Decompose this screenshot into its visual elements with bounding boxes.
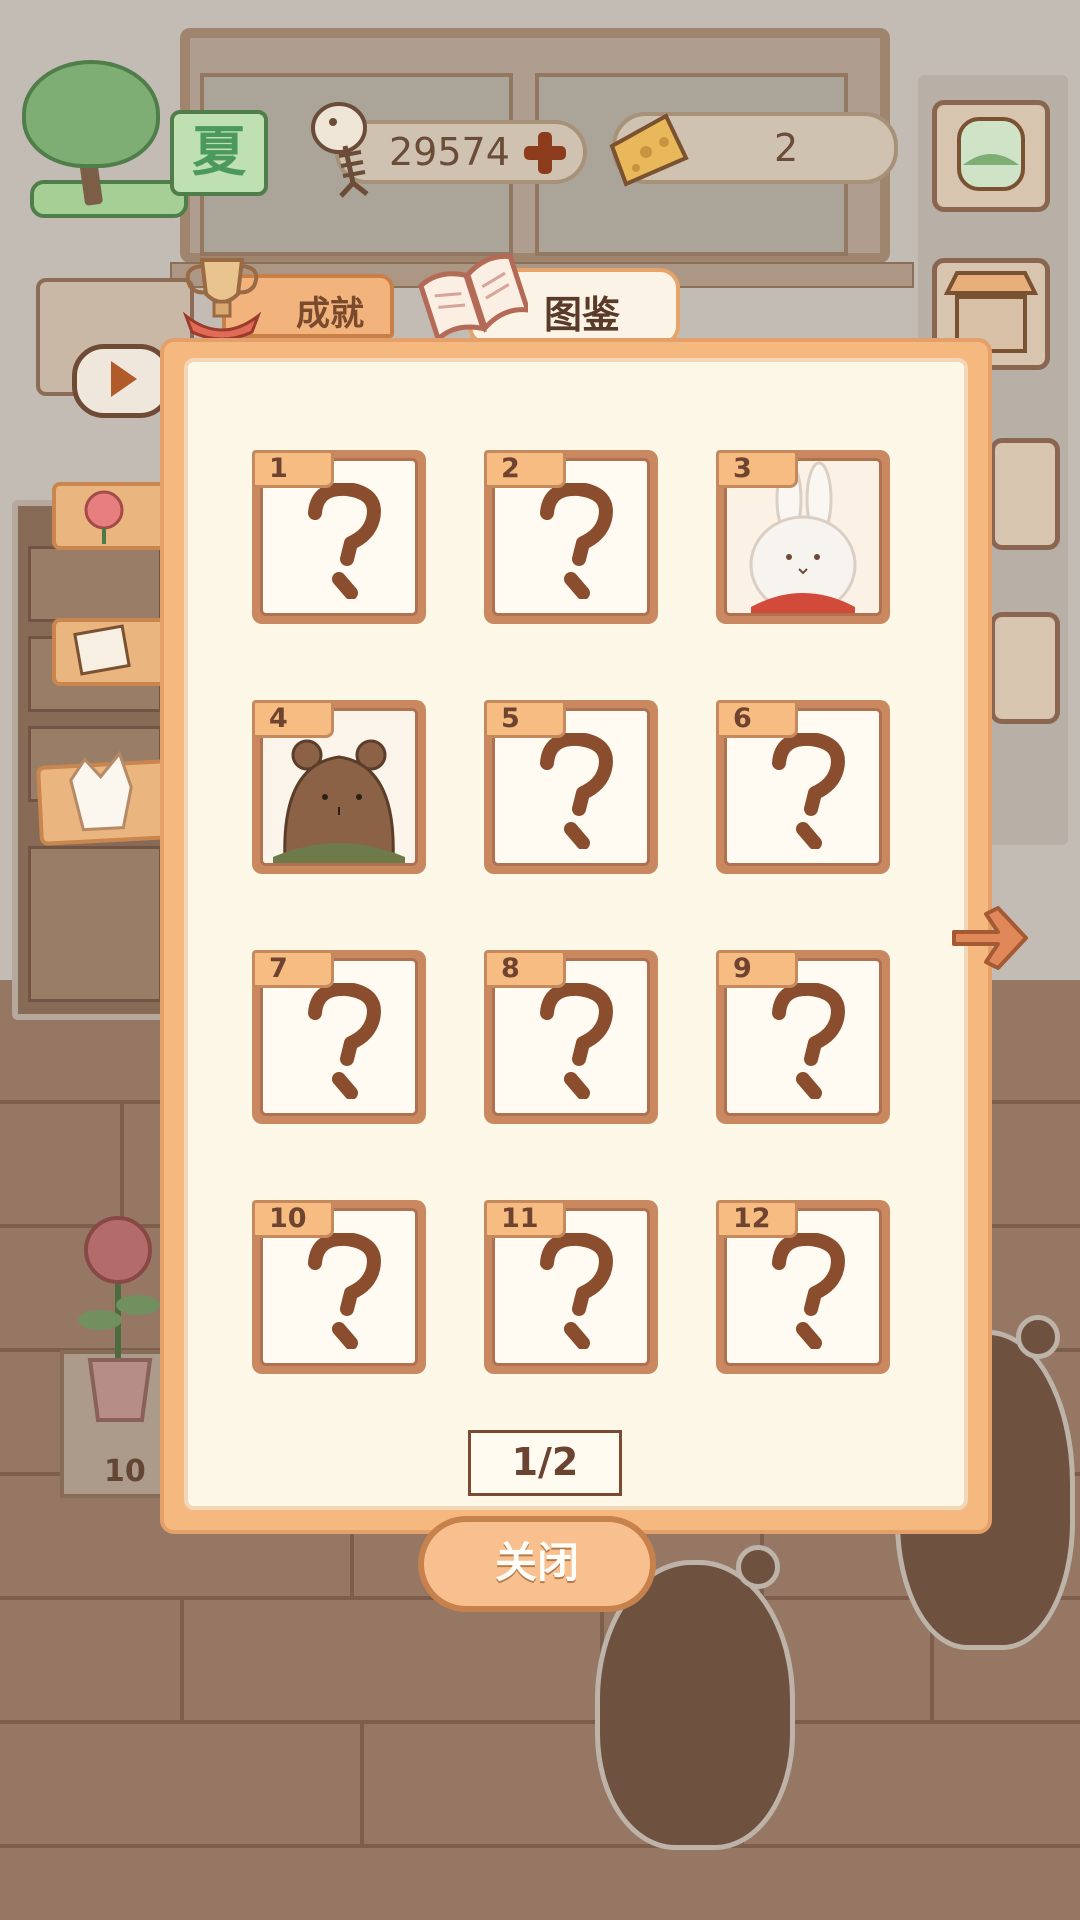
collection-card-5[interactable]: 5 (484, 700, 658, 874)
question-mark-icon (540, 983, 613, 1099)
cheese-icon (609, 113, 689, 187)
trophy-icon (182, 258, 262, 340)
question-mark-icon (540, 733, 613, 849)
tree-icon (22, 60, 160, 168)
fish-bone-icon (311, 102, 369, 198)
collection-card-number: 9 (716, 950, 798, 988)
basket-button[interactable] (990, 438, 1060, 550)
collection-card-number: 2 (484, 450, 566, 488)
question-mark-icon (772, 1233, 845, 1349)
question-mark-icon (540, 483, 613, 599)
question-mark-icon (308, 1233, 381, 1349)
play-button[interactable] (72, 344, 172, 418)
cheese-count: 2 (774, 126, 799, 170)
rose-icon (84, 490, 124, 544)
collection-card-number: 5 (484, 700, 566, 738)
collection-card-number: 12 (716, 1200, 798, 1238)
question-mark-icon (772, 983, 845, 1099)
collection-card-8[interactable]: 8 (484, 950, 658, 1124)
window-icon (957, 117, 1025, 191)
collection-card-3[interactable]: 3 (716, 450, 890, 624)
collection-card-number: 11 (484, 1200, 566, 1238)
fish-count: 29574 (389, 130, 510, 174)
book-icon (418, 253, 528, 342)
decoration-button[interactable] (990, 612, 1060, 724)
collection-card-11[interactable]: 11 (484, 1200, 658, 1374)
next-page-arrow-icon[interactable] (948, 902, 1030, 974)
play-icon (111, 361, 137, 397)
collection-card-4[interactable]: 4 (252, 700, 426, 874)
question-mark-icon (308, 983, 381, 1099)
question-mark-icon (308, 483, 381, 599)
window-scene-button[interactable] (932, 100, 1050, 212)
collection-card-number: 4 (252, 700, 334, 738)
collection-card-10[interactable]: 10 (252, 1200, 426, 1374)
close-button[interactable]: 关闭 (418, 1516, 656, 1612)
collection-card-1[interactable]: 1 (252, 450, 426, 624)
collection-card-9[interactable]: 9 (716, 950, 890, 1124)
season-label: 夏 (170, 110, 268, 196)
question-mark-icon (772, 733, 845, 849)
collection-card-2[interactable]: 2 (484, 450, 658, 624)
collection-card-12[interactable]: 12 (716, 1200, 890, 1374)
collection-card-number: 8 (484, 950, 566, 988)
collection-card-7[interactable]: 7 (252, 950, 426, 1124)
fox-silhouette-icon (69, 750, 133, 832)
collection-card-6[interactable]: 6 (716, 700, 890, 874)
add-fish-button[interactable] (520, 128, 570, 178)
photo-icon (73, 624, 131, 676)
collection-card-number: 1 (252, 450, 334, 488)
page-indicator: 1/2 (468, 1430, 622, 1496)
collection-card-number: 10 (252, 1200, 334, 1238)
tab-achievements-label: 成就 (296, 294, 364, 334)
collection-card-number: 3 (716, 450, 798, 488)
season-badge: 夏 (20, 60, 268, 218)
question-mark-icon (540, 1233, 613, 1349)
tab-collection-label: 图鉴 (544, 293, 621, 337)
collection-card-number: 6 (716, 700, 798, 738)
collection-card-number: 7 (252, 950, 334, 988)
